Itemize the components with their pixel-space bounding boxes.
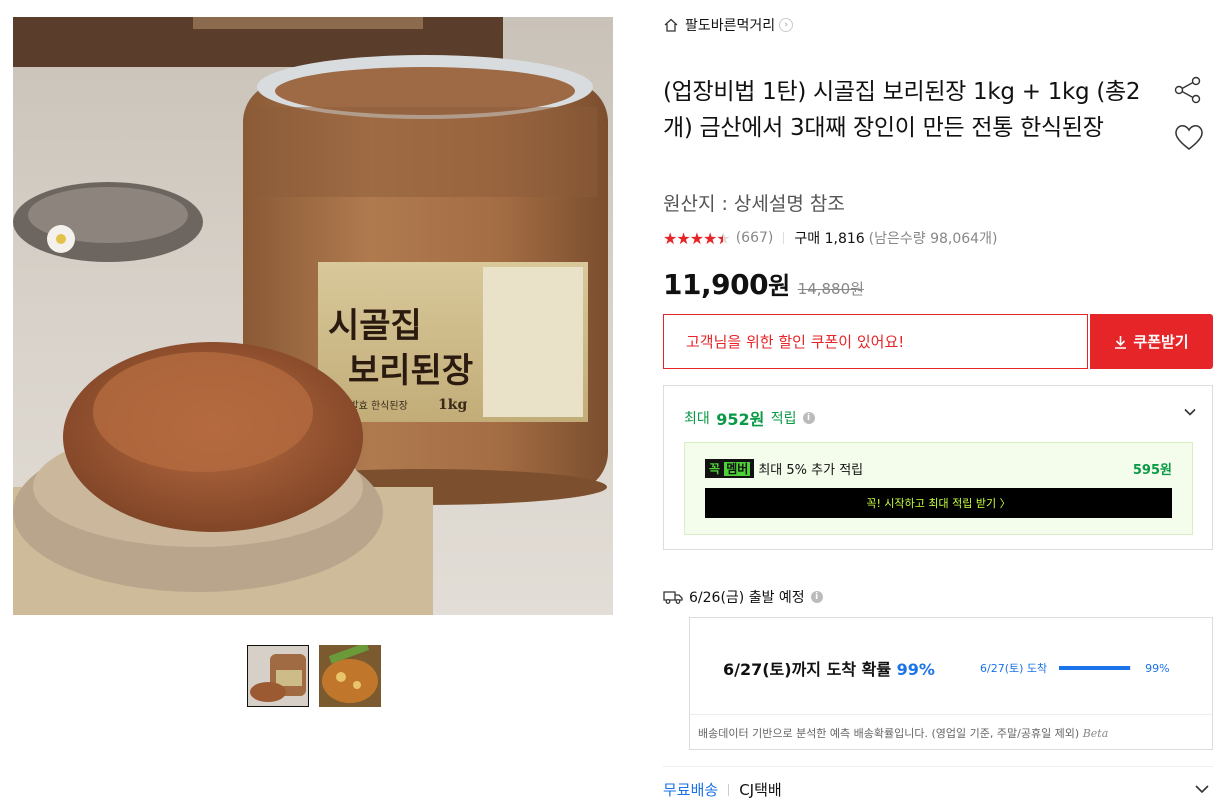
wishlist-heart-icon[interactable]	[1173, 122, 1205, 152]
store-link[interactable]: 팔도바른먹거리 ›	[663, 15, 794, 35]
chevron-right-icon: ›	[779, 18, 794, 32]
price-row: 11,900원 14,880원	[663, 266, 864, 301]
share-icon[interactable]	[1173, 76, 1203, 104]
info-icon[interactable]: i	[802, 412, 815, 424]
shipping-method: 무료배송 CJ택배	[663, 779, 782, 800]
info-icon[interactable]: i	[810, 591, 823, 603]
coupon-banner: 고객님을 위한 할인 쿠폰이 있어요!	[663, 314, 1088, 369]
membership-box: 꼭 멤버 최대 5% 추가 적립 595원 꼭! 시작하고 최대 적립 받기 〉	[684, 442, 1193, 535]
free-shipping-label: 무료배송	[663, 781, 719, 799]
delivery-note: 배송데이터 기반으로 분석한 예측 배송확률입니다. (영업일 기준, 주말/공…	[698, 727, 1109, 740]
divider	[783, 232, 785, 244]
original-price: 14,880원	[797, 280, 864, 298]
membership-amount: 595원	[1132, 463, 1172, 478]
thumbnail-1[interactable]	[247, 645, 309, 707]
shipping-depart: 6/26(금) 출발 예정 i	[663, 587, 823, 607]
product-title: (업장비법 1탄) 시골집 보리된장 1kg + 1kg (총2개) 금산에서 …	[663, 79, 1141, 141]
truck-icon	[663, 591, 683, 604]
store-name: 팔도바른먹거리	[685, 18, 776, 34]
probability-fill	[1059, 666, 1131, 670]
courier-label: CJ택배	[739, 781, 782, 799]
divider	[663, 766, 1213, 767]
membership-badge: 꼭 멤버	[705, 459, 755, 478]
reward-max: 최대 952원 적립 i	[684, 406, 815, 430]
chevron-down-icon[interactable]	[1193, 780, 1211, 798]
remaining-stock: (남은수량 98,064개)	[868, 231, 998, 247]
download-icon	[1115, 335, 1127, 349]
beta-label: Beta	[1082, 727, 1109, 740]
divider	[690, 714, 1212, 715]
membership-text: 최대 5% 추가 적립	[758, 463, 864, 478]
home-icon	[664, 18, 678, 32]
reward-panel: 최대 952원 적립 i 꼭 멤버 최대 5% 추가 적립 595원 꼭! 시작…	[663, 385, 1213, 550]
jar-label-line2: 보리된장	[348, 351, 473, 391]
thumbnail-2[interactable]	[319, 645, 381, 707]
delivery-probability: 6/27(토)까지 도착 확률 99%	[723, 660, 935, 679]
origin-info: 원산지 : 상세설명 참조	[663, 193, 845, 215]
delivery-probability-box: 6/27(토)까지 도착 확률 99% 6/27(토) 도착 99% 배송데이터…	[689, 617, 1213, 750]
rating-stars[interactable]: ★★★★★★	[663, 229, 731, 248]
divider	[728, 783, 730, 796]
jar-label-weight: 1kg	[438, 397, 467, 413]
rating-row: ★★★★★★ (667) 구매 1,816 (남은수량 98,064개)	[663, 228, 997, 248]
jar-label-line1: 시골집	[328, 306, 422, 346]
membership-cta-button[interactable]: 꼭! 시작하고 최대 적립 받기 〉	[705, 488, 1172, 518]
purchase-count: 구매 1,816	[794, 231, 865, 247]
sale-price: 11,900원	[663, 268, 790, 301]
review-count[interactable]: (667)	[736, 230, 774, 246]
delivery-probability-bar: 6/27(토) 도착 99%	[980, 661, 1170, 676]
chevron-down-icon[interactable]	[1182, 404, 1198, 420]
product-main-image: 시골집 보리된장 자연발효 한식된장 1kg	[13, 17, 613, 615]
coupon-download-button[interactable]: 쿠폰받기	[1090, 314, 1213, 369]
